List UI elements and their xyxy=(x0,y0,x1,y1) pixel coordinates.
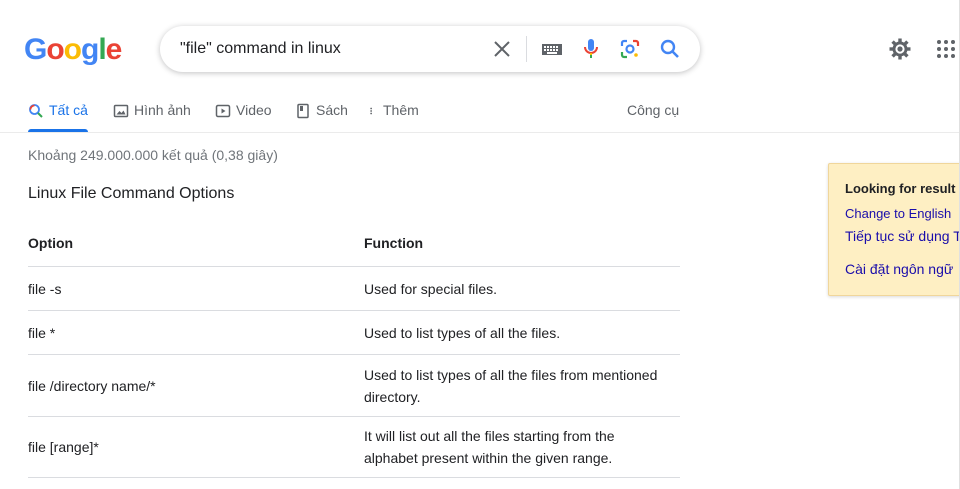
function-text: Used to list types of all the files. xyxy=(364,324,561,341)
option-cell: file /directory name/* xyxy=(28,354,364,417)
table-row: file * Used to list types of all the fil… xyxy=(28,310,680,355)
option-cell: file -s xyxy=(28,266,364,311)
language-suggestion-popup: Looking for result Change to English Tiế… xyxy=(828,163,960,296)
more-vert-icon xyxy=(370,107,372,115)
option-cell: file [range]* xyxy=(28,416,364,478)
language-settings-link[interactable]: Cài đặt ngôn ngữ xyxy=(845,261,953,277)
google-logo[interactable]: Google xyxy=(24,33,123,67)
result-stats: Khoảng 249.000.000 kết quả (0,38 giây) xyxy=(28,147,278,163)
tab-label: Hình ảnh xyxy=(134,102,191,118)
function-text: It will list out all the files starting … xyxy=(364,428,615,444)
function-text: Used to list types of all the files from… xyxy=(364,366,658,383)
table-row: file -s Used for special files. xyxy=(28,266,680,311)
tab-books[interactable]: Sách xyxy=(295,92,348,130)
logo-letter: l xyxy=(98,33,106,66)
table-header-row: Option Function xyxy=(28,220,680,267)
book-icon xyxy=(297,103,309,119)
popup-title: Looking for result xyxy=(845,181,956,196)
continue-language-link[interactable]: Tiếp tục sử dụng T xyxy=(845,228,960,244)
change-to-english-link[interactable]: Change to English xyxy=(845,206,951,221)
tab-more[interactable]: Thêm xyxy=(368,92,419,130)
tab-video[interactable]: Video xyxy=(215,92,272,130)
keyboard-icon[interactable] xyxy=(540,37,564,61)
search-icon xyxy=(29,104,43,118)
apps-grid-icon[interactable] xyxy=(934,37,958,61)
option-cell: file * xyxy=(28,310,364,355)
tab-label: Video xyxy=(236,102,272,118)
table-row: file [range]* It will list out all the f… xyxy=(28,416,680,478)
clear-icon[interactable] xyxy=(490,37,514,61)
function-cell: Used for special files. xyxy=(364,266,680,311)
logo-letter: o xyxy=(63,33,82,66)
search-divider xyxy=(526,36,527,62)
logo-letter: G xyxy=(24,33,47,66)
function-text: Used for special files. xyxy=(364,280,498,297)
function-cell: Used to list types of all the files from… xyxy=(364,354,680,417)
tab-label: Sách xyxy=(316,102,348,118)
tools-label: Công cụ xyxy=(627,102,680,118)
lens-camera-icon[interactable] xyxy=(618,37,642,61)
image-icon xyxy=(113,104,129,118)
column-header-function: Function xyxy=(364,220,680,267)
play-icon xyxy=(215,104,231,118)
function-text: alphabet present within the given range. xyxy=(364,450,613,466)
function-cell: It will list out all the files starting … xyxy=(364,416,680,478)
table-row: file /directory name/* Used to list type… xyxy=(28,354,680,417)
tab-label: Tất cả xyxy=(49,102,88,118)
logo-letter: o xyxy=(46,33,64,66)
function-text: directory. xyxy=(364,388,421,405)
search-tabs: Tất cả Hình ảnh Video Sách Thêm Công cụ xyxy=(0,92,960,132)
microphone-icon[interactable] xyxy=(579,37,603,61)
tabs-divider xyxy=(0,132,960,133)
tools-button[interactable]: Công cụ xyxy=(627,92,679,130)
tab-label: Thêm xyxy=(383,102,419,118)
logo-letter: e xyxy=(105,33,123,66)
search-icon[interactable] xyxy=(658,37,682,61)
tab-images[interactable]: Hình ảnh xyxy=(113,92,191,130)
search-input[interactable] xyxy=(180,26,480,72)
tab-all[interactable]: Tất cả xyxy=(28,92,88,132)
search-box xyxy=(160,26,700,72)
logo-letter: g xyxy=(81,33,99,66)
snippet-title: Linux File Command Options xyxy=(28,185,235,202)
settings-gear-icon[interactable] xyxy=(888,37,912,61)
snippet-table: Option Function file -s Used for special… xyxy=(28,220,680,478)
column-header-option: Option xyxy=(28,220,364,267)
function-cell: Used to list types of all the files. xyxy=(364,310,680,355)
